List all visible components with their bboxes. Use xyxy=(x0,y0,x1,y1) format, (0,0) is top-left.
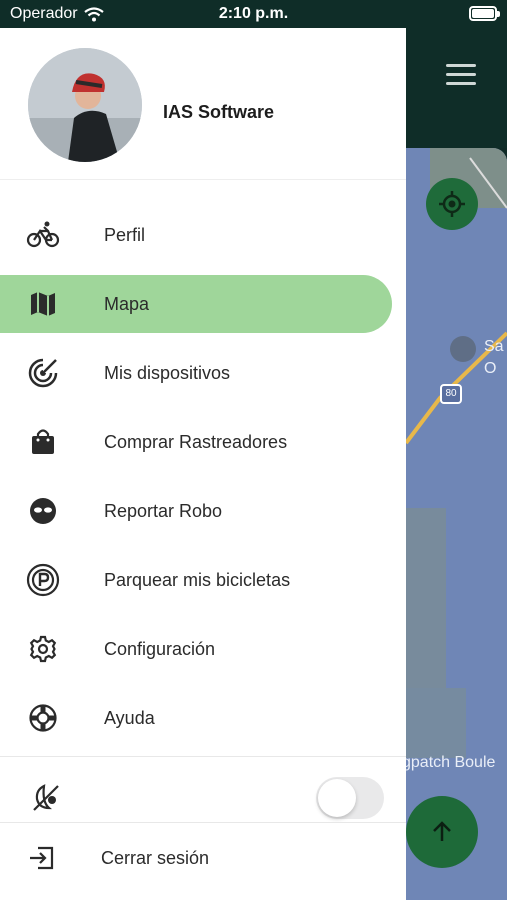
divider xyxy=(0,822,406,823)
crosshair-icon xyxy=(439,191,465,217)
menu-item-label: Ayuda xyxy=(104,707,155,728)
radar-icon xyxy=(26,356,60,390)
map-place-label: gpatch Boule xyxy=(402,754,496,771)
menu-item-mapa[interactable]: Mapa xyxy=(0,275,392,333)
poi-marker-icon[interactable] xyxy=(450,336,476,362)
bicycle-icon xyxy=(26,218,60,252)
menu-item-label: Reportar Robo xyxy=(104,500,223,521)
map-icon xyxy=(26,287,60,321)
scroll-up-button[interactable] xyxy=(406,796,478,868)
theme-row xyxy=(0,772,406,824)
menu-item-mis-dispositivos[interactable]: Mis dispositivos xyxy=(0,344,392,402)
menu-item-label: Comprar Rastreadores xyxy=(104,431,288,452)
logout-label: Cerrar sesión xyxy=(101,848,210,868)
profile-name: IAS Software xyxy=(163,102,275,122)
dark-mode-icon xyxy=(30,782,62,819)
navigation-drawer: IAS Software Perfil Mapa Mis dispositivo… xyxy=(0,28,406,900)
dark-mode-toggle[interactable] xyxy=(316,777,384,819)
arrow-up-icon xyxy=(433,821,451,841)
profile-header[interactable]: IAS Software xyxy=(0,28,406,180)
route-shield: 80 xyxy=(440,384,462,404)
divider xyxy=(0,756,406,757)
toggle-knob xyxy=(318,779,356,817)
menu-item-comprar-rastreadores[interactable]: Comprar Rastreadores xyxy=(0,413,392,471)
menu-item-label: Parquear mis bicicletas xyxy=(104,569,291,590)
parking-icon xyxy=(26,563,60,597)
gear-icon xyxy=(26,632,60,666)
clock: 2:10 p.m. xyxy=(218,5,289,22)
menu-item-label: Perfil xyxy=(104,224,146,245)
shopping-bag-icon xyxy=(26,425,60,459)
lifebuoy-icon xyxy=(26,701,60,735)
avatar[interactable] xyxy=(28,48,142,162)
menu-item-label: Mapa xyxy=(104,293,150,314)
map-poi-label-2: O xyxy=(484,360,497,377)
menu-item-label: Configuración xyxy=(104,638,216,659)
menu-item-perfil[interactable]: Perfil xyxy=(0,206,392,264)
menu-item-parquear-mis-bicicletas[interactable]: Parquear mis bicicletas xyxy=(0,551,392,609)
status-bar: Operador 2:10 p.m. xyxy=(0,0,507,28)
logout-button[interactable]: Cerrar sesión xyxy=(0,828,406,888)
my-location-button[interactable] xyxy=(426,178,478,230)
menu-item-label: Mis dispositivos xyxy=(104,362,231,383)
menu-item-reportar-robo[interactable]: Reportar Robo xyxy=(0,482,392,540)
map-poi-label: Sa xyxy=(484,338,504,355)
hamburger-menu-icon[interactable] xyxy=(446,64,476,86)
logout-icon xyxy=(28,844,56,877)
battery-icon xyxy=(469,6,500,21)
menu-item-ayuda[interactable]: Ayuda xyxy=(0,689,392,747)
menu-item-configuracion[interactable]: Configuración xyxy=(0,620,392,678)
mask-icon xyxy=(26,494,60,528)
